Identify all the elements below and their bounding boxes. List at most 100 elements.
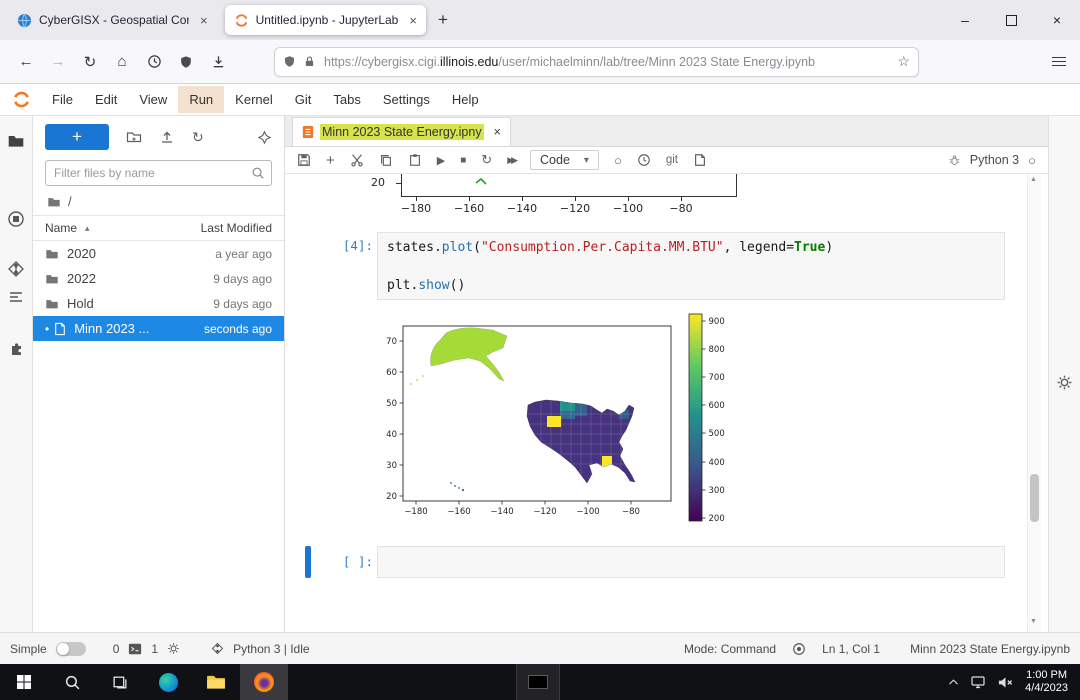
scroll-down-icon[interactable]: ▼ xyxy=(1030,618,1037,625)
running-kernels-icon[interactable] xyxy=(7,210,25,228)
kernel-ring-icon[interactable]: ○ xyxy=(614,153,622,168)
debugger-icon[interactable] xyxy=(948,154,961,167)
notebook-tab-title: Minn 2023 State Energy.ipny xyxy=(320,124,484,140)
menu-kernel[interactable]: Kernel xyxy=(224,86,284,113)
terminal-icon[interactable] xyxy=(128,642,142,656)
restart-kernel-icon[interactable]: ↻ xyxy=(481,152,492,168)
tab-close-icon[interactable]: × xyxy=(200,13,208,28)
tab-close-icon[interactable]: × xyxy=(409,13,417,28)
breadcrumb[interactable]: / xyxy=(33,186,284,215)
kernel-status-text[interactable]: Python 3 | Idle xyxy=(233,642,310,656)
bookmark-star-icon[interactable]: ☆ xyxy=(897,53,910,70)
paste-icon[interactable] xyxy=(408,153,422,167)
browser-tab-jupyterlab[interactable]: Untitled.ipynb - JupyterLab × xyxy=(225,5,426,35)
kernel-sessions-gear-icon[interactable] xyxy=(167,642,180,655)
task-view-icon[interactable] xyxy=(96,664,144,700)
file-browser-icon[interactable] xyxy=(7,132,25,150)
sort-caret-icon[interactable]: ▴ xyxy=(85,223,90,234)
notebook-scrollbar[interactable]: ▲ ▼ xyxy=(1027,174,1041,632)
cell-type-dropdown[interactable]: Code ▾ xyxy=(530,150,599,170)
notebook-tab[interactable]: Minn 2023 State Energy.ipny × xyxy=(292,117,511,146)
file-row-2020[interactable]: 2020 a year ago xyxy=(33,241,284,266)
scroll-up-icon[interactable]: ▲ xyxy=(1030,176,1037,183)
window-maximize-button[interactable] xyxy=(988,0,1034,40)
svg-text:30: 30 xyxy=(386,461,397,471)
terminals-count[interactable]: 0 xyxy=(113,642,120,656)
menu-view[interactable]: View xyxy=(128,86,178,113)
active-cell-indicator[interactable] xyxy=(305,546,311,578)
lock-icon[interactable] xyxy=(303,55,316,68)
taskbar-date: 4/4/2023 xyxy=(1025,682,1068,696)
window-minimize-button[interactable]: – xyxy=(942,0,988,40)
breadcrumb-root[interactable]: / xyxy=(68,194,72,209)
file-browser-panel: + ↻ / Name ▴ xyxy=(33,116,285,632)
new-tab-button[interactable]: + xyxy=(438,10,448,30)
git-sidebar-icon[interactable] xyxy=(7,260,25,278)
menu-file[interactable]: File xyxy=(41,86,84,113)
browser-tab-cybergisx[interactable]: CyberGISX - Geospatial Commu × xyxy=(8,5,217,35)
empty-code-cell-input[interactable] xyxy=(377,546,1005,578)
file-row-minn-2023[interactable]: • Minn 2023 ... seconds ago xyxy=(33,316,284,341)
menu-tabs[interactable]: Tabs xyxy=(322,86,371,113)
forward-icon[interactable]: → xyxy=(42,47,74,77)
property-inspector-gear-icon[interactable] xyxy=(1056,132,1073,632)
url-bar[interactable]: https://cybergisx.cigi.illinois.edu/user… xyxy=(274,47,919,77)
cursor-position[interactable]: Ln 1, Col 1 xyxy=(822,642,880,656)
new-note-icon[interactable] xyxy=(693,153,707,167)
kernel-name[interactable]: Python 3 xyxy=(970,153,1019,167)
notebook-file-icon xyxy=(54,322,66,336)
menu-edit[interactable]: Edit xyxy=(84,86,128,113)
code-cell-input[interactable]: states.plot("Consumption.Per.Capita.MM.B… xyxy=(377,232,1005,300)
copy-icon[interactable] xyxy=(379,153,393,167)
git-status-icon[interactable] xyxy=(211,642,224,655)
menu-help[interactable]: Help xyxy=(441,86,490,113)
table-of-contents-icon[interactable] xyxy=(7,288,25,306)
kernel-status-ring-icon[interactable]: ○ xyxy=(1028,153,1036,168)
shield-icon[interactable] xyxy=(170,47,202,77)
file-explorer-taskbar-icon[interactable] xyxy=(192,664,240,700)
firefox-taskbar-icon[interactable] xyxy=(240,664,288,700)
refresh-icon[interactable]: ↻ xyxy=(192,129,204,146)
filter-files-input[interactable] xyxy=(45,160,272,186)
git-toolbar-label[interactable]: git xyxy=(666,154,678,166)
downloads-icon[interactable] xyxy=(202,47,234,77)
home-icon[interactable]: ⌂ xyxy=(106,47,138,77)
reload-icon[interactable]: ↻ xyxy=(74,47,106,77)
header-name[interactable]: Name xyxy=(45,221,77,235)
menu-settings[interactable]: Settings xyxy=(372,86,441,113)
history-icon[interactable] xyxy=(138,47,170,77)
extension-manager-icon[interactable] xyxy=(7,340,25,358)
tracking-shield-icon[interactable] xyxy=(283,55,296,68)
taskbar-open-window-button[interactable] xyxy=(516,664,560,700)
cut-icon[interactable] xyxy=(350,153,364,167)
volume-muted-icon[interactable] xyxy=(997,675,1014,690)
simple-mode-toggle[interactable] xyxy=(56,642,86,656)
new-folder-icon[interactable] xyxy=(126,129,142,145)
file-row-2022[interactable]: 2022 9 days ago xyxy=(33,266,284,291)
menu-git[interactable]: Git xyxy=(284,86,323,113)
network-icon[interactable] xyxy=(970,674,986,690)
history-clock-icon[interactable] xyxy=(637,153,651,167)
header-last-modified[interactable]: Last Modified xyxy=(201,221,272,235)
restart-run-all-icon[interactable]: ▶▶ xyxy=(507,155,515,166)
app-menu-icon[interactable] xyxy=(1052,57,1066,67)
run-cell-icon[interactable]: ▶ xyxy=(437,154,445,167)
upload-icon[interactable] xyxy=(159,129,175,145)
back-icon[interactable]: ← xyxy=(10,47,42,77)
tray-chevron-up-icon[interactable] xyxy=(948,677,959,688)
taskbar-search-icon[interactable] xyxy=(48,664,96,700)
taskbar-clock[interactable]: 1:00 PM 4/4/2023 xyxy=(1025,669,1068,696)
new-launcher-button[interactable]: + xyxy=(45,124,109,150)
save-icon[interactable] xyxy=(297,153,311,167)
scrollbar-thumb[interactable] xyxy=(1030,474,1039,522)
add-cell-icon[interactable]: + xyxy=(326,152,335,169)
window-close-button[interactable]: × xyxy=(1034,0,1080,40)
menu-run[interactable]: Run xyxy=(178,86,224,113)
file-row-hold[interactable]: Hold 9 days ago xyxy=(33,291,284,316)
git-clone-icon[interactable] xyxy=(257,130,272,145)
kernels-count[interactable]: 1 xyxy=(151,642,158,656)
start-button[interactable] xyxy=(0,664,48,700)
tab-close-icon[interactable]: × xyxy=(494,125,501,139)
edge-taskbar-icon[interactable] xyxy=(144,664,192,700)
interrupt-kernel-icon[interactable]: ■ xyxy=(460,155,466,166)
